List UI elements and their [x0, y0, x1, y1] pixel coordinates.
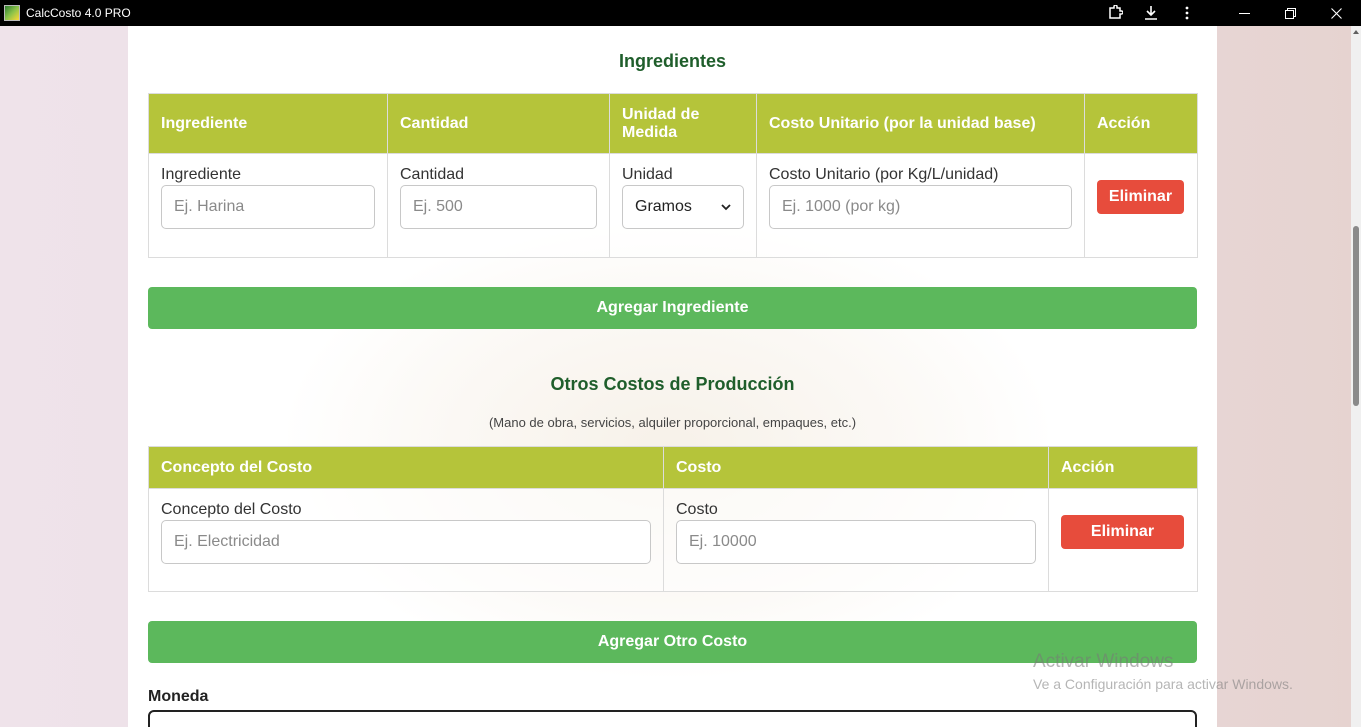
cell-quantity: Cantidad — [387, 153, 610, 258]
delete-ingredient-button[interactable]: Eliminar — [1097, 180, 1184, 214]
cell-ingredient: Ingrediente — [148, 153, 388, 258]
delete-cost-button[interactable]: Eliminar — [1061, 515, 1184, 549]
header-cost-concept: Concepto del Costo — [148, 446, 664, 489]
calculator-card: Ingredientes Ingrediente Cantidad Unidad… — [128, 26, 1217, 727]
header-unit: Unidad de Medida — [609, 93, 757, 154]
cost-concept-label: Concepto del Costo — [161, 501, 302, 518]
download-icon[interactable] — [1133, 0, 1169, 26]
ingredients-header-row: Ingrediente Cantidad Unidad de Medida Co… — [148, 93, 1198, 154]
restore-icon — [1284, 7, 1296, 19]
add-ingredient-button[interactable]: Agregar Ingrediente — [148, 287, 1197, 329]
header-cost: Costo — [663, 446, 1049, 489]
ingredients-title: Ingredientes — [618, 51, 727, 71]
minimize-button[interactable] — [1221, 0, 1267, 26]
unit-cost-label: Costo Unitario (por Kg/L/unidad) — [769, 166, 999, 183]
cost-label: Costo — [676, 501, 718, 518]
header-quantity: Cantidad — [387, 93, 610, 154]
other-costs-table: Concepto del Costo Costo Acción Concepto… — [148, 446, 1198, 592]
activation-title: Activar Windows — [1033, 651, 1174, 672]
scroll-thumb[interactable] — [1353, 226, 1359, 406]
windows-activation-watermark: Activar Windows Ve a Configuración para … — [1033, 651, 1293, 692]
minimize-icon — [1238, 12, 1250, 14]
cost-concept-input[interactable] — [161, 520, 651, 564]
unit-select-value: Gramos — [635, 198, 692, 215]
ingredient-input[interactable] — [161, 185, 375, 229]
quantity-input[interactable] — [400, 185, 597, 229]
chevron-down-icon — [721, 204, 731, 211]
ingredient-label: Ingrediente — [161, 166, 242, 183]
extension-icon[interactable] — [1097, 0, 1133, 26]
currency-label: Moneda — [148, 688, 209, 705]
close-icon — [1330, 7, 1342, 19]
header-ingredient: Ingrediente — [148, 93, 388, 154]
other-costs-title: Otros Costos de Producción — [550, 374, 795, 394]
other-costs-header-row: Concepto del Costo Costo Acción — [148, 446, 1198, 489]
cell-cost-concept: Concepto del Costo — [148, 488, 664, 592]
cell-unit: Unidad Gramos — [609, 153, 757, 258]
table-row: Concepto del Costo Costo Eliminar — [148, 488, 1198, 592]
currency-select[interactable] — [148, 710, 1197, 727]
quantity-label: Cantidad — [400, 166, 465, 183]
other-costs-subtitle: (Mano de obra, servicios, alquiler propo… — [488, 415, 857, 430]
ingredients-table: Ingrediente Cantidad Unidad de Medida Co… — [148, 93, 1198, 258]
header-unit-cost: Costo Unitario (por la unidad base) — [756, 93, 1085, 154]
title-bar: CalcCosto 4.0 PRO — [0, 0, 1361, 26]
cost-input[interactable] — [676, 520, 1036, 564]
header-action: Acción — [1084, 93, 1198, 154]
unit-label: Unidad — [622, 166, 673, 183]
cell-cost-action: Eliminar — [1048, 488, 1198, 592]
cell-unit-cost: Costo Unitario (por Kg/L/unidad) — [756, 153, 1085, 258]
window-title: CalcCosto 4.0 PRO — [26, 6, 131, 20]
app-logo-icon — [4, 5, 20, 21]
cell-cost: Costo — [663, 488, 1049, 592]
unit-select[interactable]: Gramos — [622, 185, 744, 229]
close-button[interactable] — [1313, 0, 1359, 26]
cell-action: Eliminar — [1084, 153, 1198, 258]
table-row: Ingrediente Cantidad Unidad Gramos Costo… — [148, 153, 1198, 258]
restore-button[interactable] — [1267, 0, 1313, 26]
header-cost-action: Acción — [1048, 446, 1198, 489]
scroll-up-icon[interactable] — [1353, 30, 1359, 34]
unit-cost-input[interactable] — [769, 185, 1072, 229]
more-vertical-icon[interactable] — [1169, 0, 1205, 26]
activation-message: Ve a Configuración para activar Windows. — [1033, 676, 1293, 692]
page-scrollbar[interactable] — [1351, 26, 1361, 727]
